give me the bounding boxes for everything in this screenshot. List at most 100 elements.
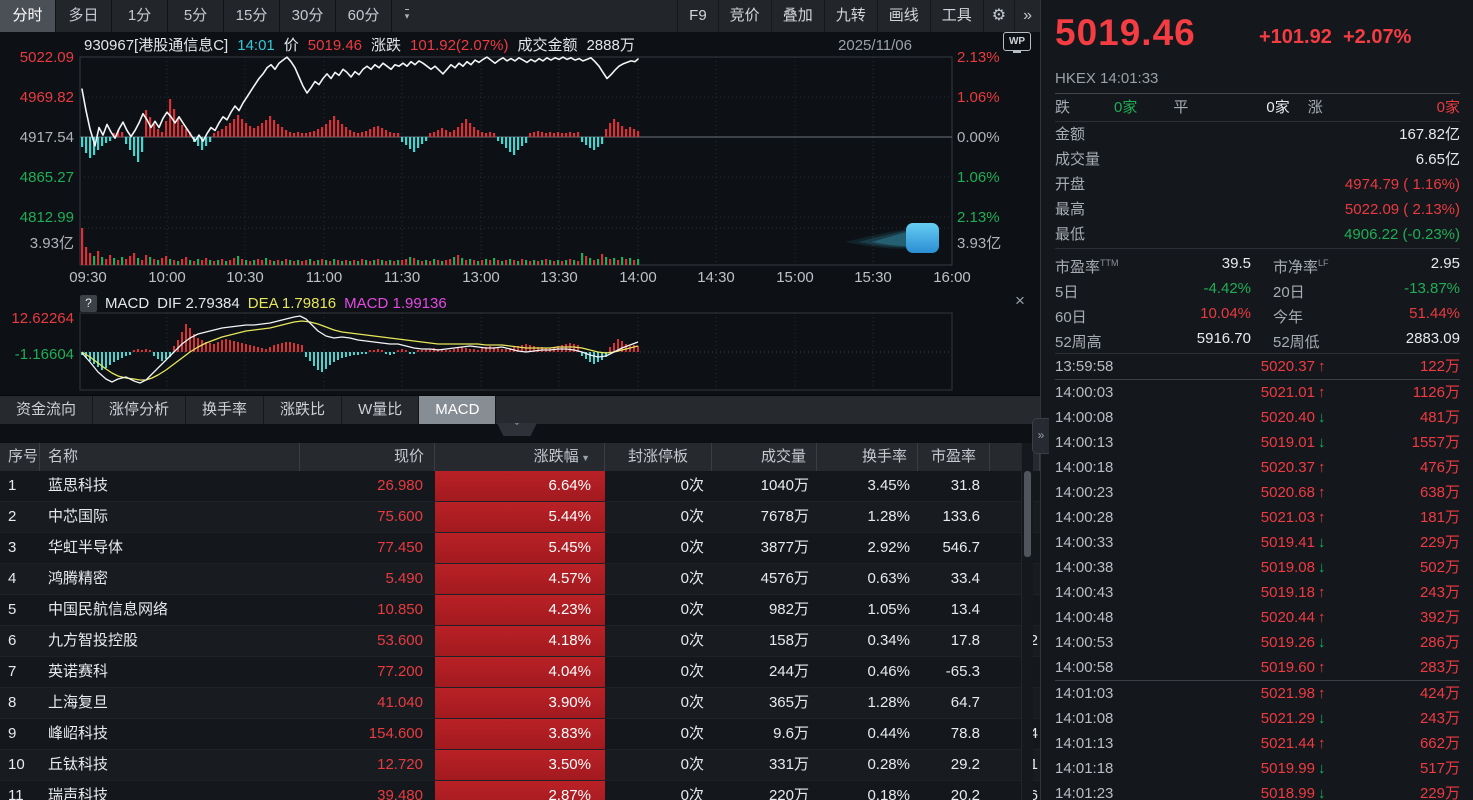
stat-row-最高: 最高5022.09 ( 2.13%) (1055, 197, 1460, 222)
column-header-现价[interactable]: 现价 (300, 443, 435, 471)
y-axis-price-label: 4865.27 (0, 169, 74, 186)
advance-decline-row: 跌 0家 平 0家 涨 0家 (1055, 94, 1460, 122)
quote-panel: 5019.46 +101.92 +2.07% HKEX 14:01:33 跌 0… (1040, 0, 1473, 800)
indicator-tab-涨跌比[interactable]: 涨跌比 (264, 396, 342, 424)
table-row-华虹半导体[interactable]: 3华虹半导体77.4505.45%0次3877万2.92%546.7 (0, 533, 1040, 564)
cell-name: 中芯国际 (40, 502, 300, 532)
cell-volume: 1040万 (712, 471, 817, 501)
cell-turnover: 3.45% (817, 471, 918, 501)
cell-limit-count: 0次 (605, 719, 712, 749)
x-axis-time-label: 14:30 (688, 269, 744, 286)
period-dropdown-icon[interactable]: ▾ (396, 7, 418, 25)
period-tab-5分[interactable]: 5分 (168, 0, 224, 32)
cell-volume: 331万 (712, 750, 817, 780)
cell-price: 10.850 (300, 595, 435, 625)
x-axis-time-label: 10:30 (217, 269, 273, 286)
period-tab-1分[interactable]: 1分 (112, 0, 168, 32)
down-count: 0家 (1114, 94, 1137, 121)
chart-canvas[interactable] (0, 32, 1040, 438)
cell-price: 12.720 (300, 750, 435, 780)
cell-turnover: 0.34% (817, 626, 918, 656)
cell-pe: 546.7 (918, 533, 990, 563)
table-row-上海复旦[interactable]: 8上海复旦41.0403.90%0次365万1.28%64.7 (0, 688, 1040, 719)
intraday-chart-area: 930967[港股通信息C] 14:01 价 5019.46 涨跌 101.92… (0, 32, 1040, 438)
table-row-丘钛科技[interactable]: 10丘钛科技12.7203.50%0次331万0.28%29.241 (0, 750, 1040, 781)
exchange-time: HKEX 14:01:33 (1055, 70, 1460, 94)
cell-no: 3 (0, 533, 40, 563)
indicator-tab-涨停分析[interactable]: 涨停分析 (93, 396, 186, 424)
column-header-市盈率[interactable]: 市盈率 (918, 443, 990, 471)
period-tab-15分[interactable]: 15分 (224, 0, 280, 32)
cell-name: 瑞声科技 (40, 781, 300, 800)
period-tab-分时[interactable]: 分时 (0, 0, 56, 32)
indicator-tab-资金流向[interactable]: 资金流向 (0, 396, 93, 424)
column-header-换手率[interactable]: 换手率 (817, 443, 918, 471)
panel-expand-icon[interactable]: » (1032, 418, 1049, 454)
cell-pe: -65.3 (918, 657, 990, 687)
help-icon[interactable]: ? (80, 295, 97, 312)
y-axis-price-label: 4917.54 (0, 129, 74, 146)
up-arrow-icon: ↑ (1315, 681, 1334, 706)
table-row-鸿腾精密[interactable]: 4鸿腾精密5.4904.57%0次4576万0.63%33.4 (0, 564, 1040, 595)
period-tab-60分[interactable]: 60分 (336, 0, 392, 32)
stat-pair-row-5日: 5日-4.42%20日-13.87% (1055, 276, 1460, 301)
cell-turnover: 0.44% (817, 719, 918, 749)
gear-icon[interactable]: ⚙ (983, 0, 1014, 32)
cell-change-pct: 4.04% (435, 657, 605, 687)
cell-price: 154.600 (300, 719, 435, 749)
tool-button-叠加[interactable]: 叠加 (771, 0, 824, 32)
more-tools-icon[interactable]: » (1014, 0, 1040, 32)
cell-volume: 158万 (712, 626, 817, 656)
cell-limit-count: 0次 (605, 626, 712, 656)
cell-limit-count: 0次 (605, 657, 712, 687)
tool-button-画线[interactable]: 画线 (877, 0, 930, 32)
cell-pe: 33.4 (918, 564, 990, 594)
column-header-涨跌幅[interactable]: 涨跌幅 ▼ (435, 443, 605, 471)
stat-row-成交量: 成交量6.65亿 (1055, 147, 1460, 172)
tool-button-F9[interactable]: F9 (677, 0, 718, 32)
cell-price: 53.600 (300, 626, 435, 656)
cell-change-pct: 5.44% (435, 502, 605, 532)
table-row-中国民航信息网络[interactable]: 5中国民航信息网络10.8504.23%0次982万1.05%13.4 (0, 595, 1040, 626)
period-tab-多日[interactable]: 多日 (56, 0, 112, 32)
tick-list[interactable]: 13:59:585020.37↑122万14:00:035021.01↑1126… (1055, 353, 1460, 800)
table-row-蓝思科技[interactable]: 1蓝思科技26.9806.64%0次1040万3.45%31.8 (0, 471, 1040, 502)
chart-amount: 2888万 (586, 34, 634, 55)
table-row-瑞声科技[interactable]: 11瑞声科技39.4802.87%0次220万0.18%20.286 (0, 781, 1040, 800)
tick-row: 14:00:585019.60↑283万 (1055, 655, 1460, 681)
indicator-tabs: 资金流向涨停分析换手率涨跌比W量比MACD (0, 395, 1040, 424)
volume-axis-label: 3.93亿 (0, 232, 74, 253)
cell-no: 7 (0, 657, 40, 687)
table-row-英诺赛科[interactable]: 7英诺赛科77.2004.04%0次244万0.46%-65.3 (0, 657, 1040, 688)
cell-name: 华虹半导体 (40, 533, 300, 563)
table-row-中芯国际[interactable]: 2中芯国际75.6005.44%0次7678万1.28%133.6 (0, 502, 1040, 533)
table-scrollbar-thumb[interactable] (1024, 471, 1031, 557)
column-header-封涨停板[interactable]: 封涨停板 (605, 443, 712, 471)
column-header-成交量[interactable]: 成交量 (712, 443, 817, 471)
indicator-tab-W量比[interactable]: W量比 (342, 396, 419, 424)
period-tab-30分[interactable]: 30分 (280, 0, 336, 32)
table-row-九方智投控股[interactable]: 6九方智投控股53.6004.18%0次158万0.34%17.882 (0, 626, 1040, 657)
up-arrow-icon: ↑ (1315, 605, 1334, 630)
stock-trading-terminal: 分时多日1分5分15分30分60分 ▾ F9竞价叠加九转画线工具⚙» 93096… (0, 0, 1473, 800)
cell-change-pct: 3.83% (435, 719, 605, 749)
cell-pe: 13.4 (918, 595, 990, 625)
tool-button-竞价[interactable]: 竞价 (718, 0, 771, 32)
up-arrow-icon: ↑ (1315, 354, 1334, 379)
table-row-峰岹科技[interactable]: 9峰岹科技154.6003.83%0次9.6万0.44%78.814 (0, 719, 1040, 750)
tool-button-九转[interactable]: 九转 (824, 0, 877, 32)
cell-no: 4 (0, 564, 40, 594)
macd-close-icon[interactable]: × (1010, 291, 1030, 311)
collapse-panel-chevron-icon[interactable]: ˇ (497, 423, 537, 436)
tick-row: 14:01:185019.99↓517万 (1055, 756, 1460, 781)
indicator-tab-MACD[interactable]: MACD (419, 396, 496, 424)
indicator-tab-换手率[interactable]: 换手率 (186, 396, 264, 424)
column-header-名称[interactable]: 名称 (40, 443, 300, 471)
down-arrow-icon: ↓ (1315, 430, 1334, 455)
table-scrollbar[interactable] (1021, 443, 1033, 800)
tool-button-工具[interactable]: 工具 (930, 0, 983, 32)
cell-name: 蓝思科技 (40, 471, 300, 501)
cell-no: 8 (0, 688, 40, 718)
column-header-序号[interactable]: 序号 (0, 443, 40, 471)
stat-pair-row-市盈率: 市盈率TTM39.5市净率LF2.95 (1055, 251, 1460, 276)
